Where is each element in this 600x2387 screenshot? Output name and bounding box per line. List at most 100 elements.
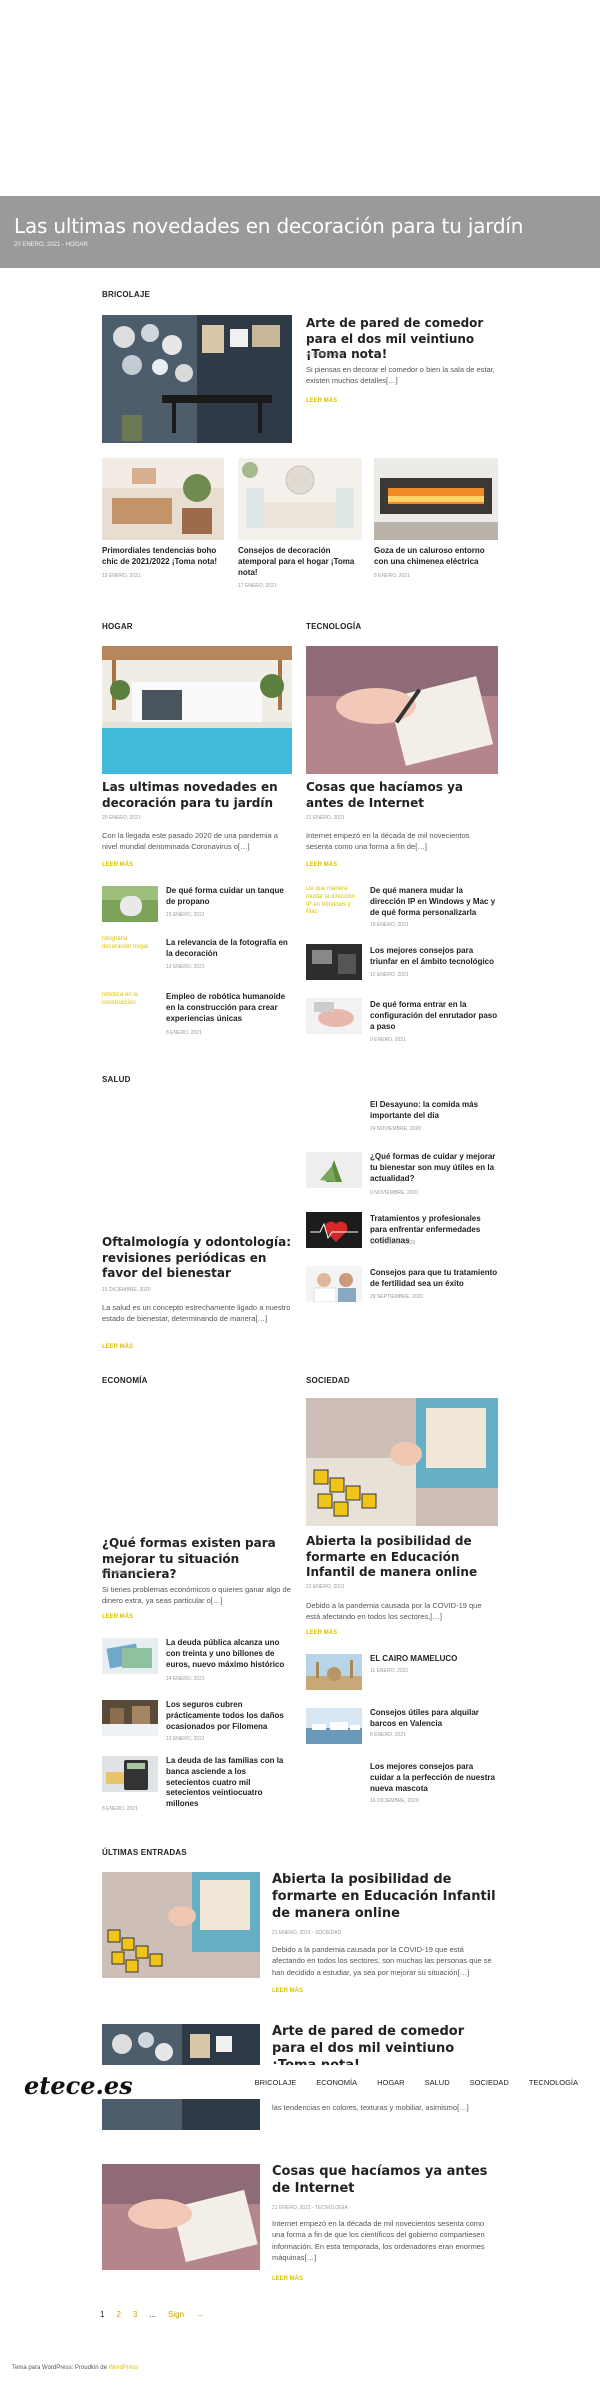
post-title[interactable]: Consejos para que tu tratamiento de fert… [370,1268,498,1290]
footer-wordpress-link[interactable]: WordPress [109,2365,139,2371]
post-thumbnail[interactable] [102,458,224,540]
post-title[interactable]: Goza de un caluroso entorno con una chim… [374,546,498,568]
post-title[interactable]: Los mejores consejos para triunfar en el… [370,946,498,968]
child-painting-image [306,1398,498,1526]
read-more-link[interactable]: LEER MÁS [102,1344,133,1350]
post-excerpt: las tendencias en colores, texturas y mo… [272,2103,469,2112]
post-title[interactable]: Primordiales tendencias boho chic de 202… [102,546,224,568]
page-2-link[interactable]: 2 [116,2310,120,2326]
post-thumbnail[interactable] [102,646,292,774]
post-title[interactable]: Oftalmología y odontología: revisiones p… [102,1235,292,1282]
post-thumbnail[interactable] [306,1266,362,1302]
post-title[interactable]: Abierta la posibilidad de formarte en Ed… [272,1872,498,1923]
read-more-link[interactable]: LEER MÁS [306,398,337,404]
post-title[interactable]: Los mejores consejos para cuidar a la pe… [370,1762,498,1794]
post-date: 8 ENERO, 2021 [370,1732,406,1738]
post-thumbnail[interactable] [306,646,498,774]
post-date: 17 ENERO, 2021 [238,583,277,589]
writing-notebook-image [102,2164,260,2270]
read-more-link[interactable]: LEER MÁS [102,1614,133,1620]
post-title[interactable]: Consejos de decoración atemporal para el… [238,546,362,578]
post-thumbnail[interactable] [306,998,362,1034]
timeless-decor-image [238,458,362,540]
post-title[interactable]: Abierta la posibilidad de formarte en Ed… [306,1534,498,1581]
section-title-bricolaje[interactable]: BRICOLAJE [102,290,150,299]
post-date: 13 ENERO, 2021 [166,1736,205,1742]
post-date: 21 ENERO, 2021 [306,815,345,821]
menu-item-salud[interactable]: SALUD [425,2078,450,2087]
page-3-link[interactable]: 3 [133,2310,137,2326]
post-date: 19 OCTUBRE, 2020 [370,1240,416,1246]
hero-title[interactable]: Las ultimas novedades en decoración para… [14,214,523,238]
post-date: 20 ENERO, 2021 [102,815,141,821]
section-title-tecnologia[interactable]: TECNOLOGÍA [306,622,361,631]
child-painting-image [102,1872,260,1978]
page-1-link[interactable]: 1 [100,2310,104,2326]
menu-item-hogar[interactable]: HOGAR [377,2078,405,2087]
read-more-link[interactable]: LEER MÁS [272,1988,303,1994]
post-title[interactable]: Cosas que hacíamos ya antes de Internet [306,780,498,811]
post-thumbnail[interactable] [238,458,362,540]
post-thumbnail[interactable] [306,944,362,980]
last-page-link[interactable]: Sign [168,2310,184,2326]
post-title[interactable]: De qué forma entrar en la configuración … [370,1000,498,1032]
menu-item-economia[interactable]: ECONOMÍA [316,2078,357,2087]
section-title-hogar[interactable]: HOGAR [102,622,133,631]
post-thumbnail[interactable] [306,1152,362,1188]
post-title[interactable]: La deuda pública alcanza uno con treinta… [166,1638,292,1670]
section-title-ultimas-entradas[interactable]: ÚLTIMAS ENTRADAS [102,1848,187,1857]
post-thumbnail[interactable] [102,1638,158,1674]
post-thumbnail[interactable] [102,886,158,922]
post-title[interactable]: ¿Qué formas de cuidar y mejorar tu biene… [370,1152,498,1184]
post-title[interactable]: Consejos útiles para alquilar barcos en … [370,1708,498,1730]
post-title[interactable]: Los seguros cubren prácticamente todos l… [166,1700,292,1732]
section-title-salud[interactable]: SALUD [102,1075,131,1084]
read-more-link[interactable]: LEER MÁS [272,2276,303,2282]
propane-tank-image [102,886,158,922]
section-title-economia[interactable]: ECONOMÍA [102,1376,148,1385]
read-more-link[interactable]: LEER MÁS [102,862,133,868]
post-thumbnail[interactable] [374,458,498,540]
post-thumbnail[interactable] [306,1398,498,1526]
main-menu: BRICOLAJE ECONOMÍA HOGAR SALUD SOCIEDAD … [255,2078,578,2087]
menu-item-tecnologia[interactable]: TECNOLOGÍA [529,2078,578,2087]
post-title[interactable]: El Desayuno: la comida más importante de… [370,1100,498,1122]
next-page-arrow-icon[interactable]: → [196,2310,204,2326]
post-thumbnail[interactable] [102,1872,260,1978]
post-title[interactable]: EL CAIRO MAMELUCO [370,1654,498,1665]
post-date: 29 SEPTIEMBRE, 2020 [370,1294,424,1300]
post-thumbnail[interactable] [306,1654,362,1690]
menu-item-bricolaje[interactable]: BRICOLAJE [255,2078,297,2087]
post-title[interactable]: Las ultimas novedades en decoración para… [102,780,292,811]
post-date: 14 ENERO, 2021 [166,1676,205,1682]
post-thumbnail[interactable]: fotografía decoración hogar [102,936,158,972]
menu-item-sociedad[interactable]: SOCIEDAD [470,2078,509,2087]
post-thumbnail[interactable] [102,315,292,443]
doctor-consult-image [306,1266,362,1302]
post-date: 16 DICIEMBRE, 2020 [370,1798,419,1804]
site-navigation-bar: etece.es BRICOLAJE ECONOMÍA HOGAR SALUD … [0,2065,600,2100]
post-title[interactable]: De qué manera mudar la dirección IP en W… [370,886,498,918]
hero-banner[interactable]: Las ultimas novedades en decoración para… [0,196,600,268]
post-thumbnail[interactable]: De qué manera mudar la dirección IP en W… [306,886,362,922]
plant-hand-image [306,1152,362,1188]
post-thumbnail[interactable] [306,1212,362,1248]
post-excerpt: Debido a la pandemia causada por la COVI… [272,1945,492,1977]
post-thumbnail[interactable] [102,1756,158,1792]
site-logo[interactable]: etece.es [24,2071,133,2100]
wall-art-dining-image [102,315,292,443]
post-thumbnail[interactable] [102,1700,158,1736]
post-thumbnail[interactable] [102,2164,260,2270]
post-title[interactable]: La deuda de las familias con la banca as… [166,1756,292,1810]
read-more-link[interactable]: LEER MÁS [306,862,337,868]
post-title[interactable]: Empleo de robótica humanoide en la const… [166,992,292,1024]
post-title[interactable]: La relevancia de la fotografía en la dec… [166,938,292,960]
post-excerpt: Debido a la pandemia causada por la COVI… [306,1601,482,1622]
post-thumbnail[interactable] [306,1708,362,1744]
post-title[interactable]: De qué forma cuidar un tanque de propano [166,886,292,908]
boats-harbor-image [306,1708,362,1744]
post-title[interactable]: Cosas que hacíamos ya antes de Internet [272,2164,498,2198]
read-more-link[interactable]: LEER MÁS [306,1630,337,1636]
post-thumbnail[interactable]: robótica en la construcción [102,992,158,1028]
section-title-sociedad[interactable]: SOCIEDAD [306,1376,350,1385]
